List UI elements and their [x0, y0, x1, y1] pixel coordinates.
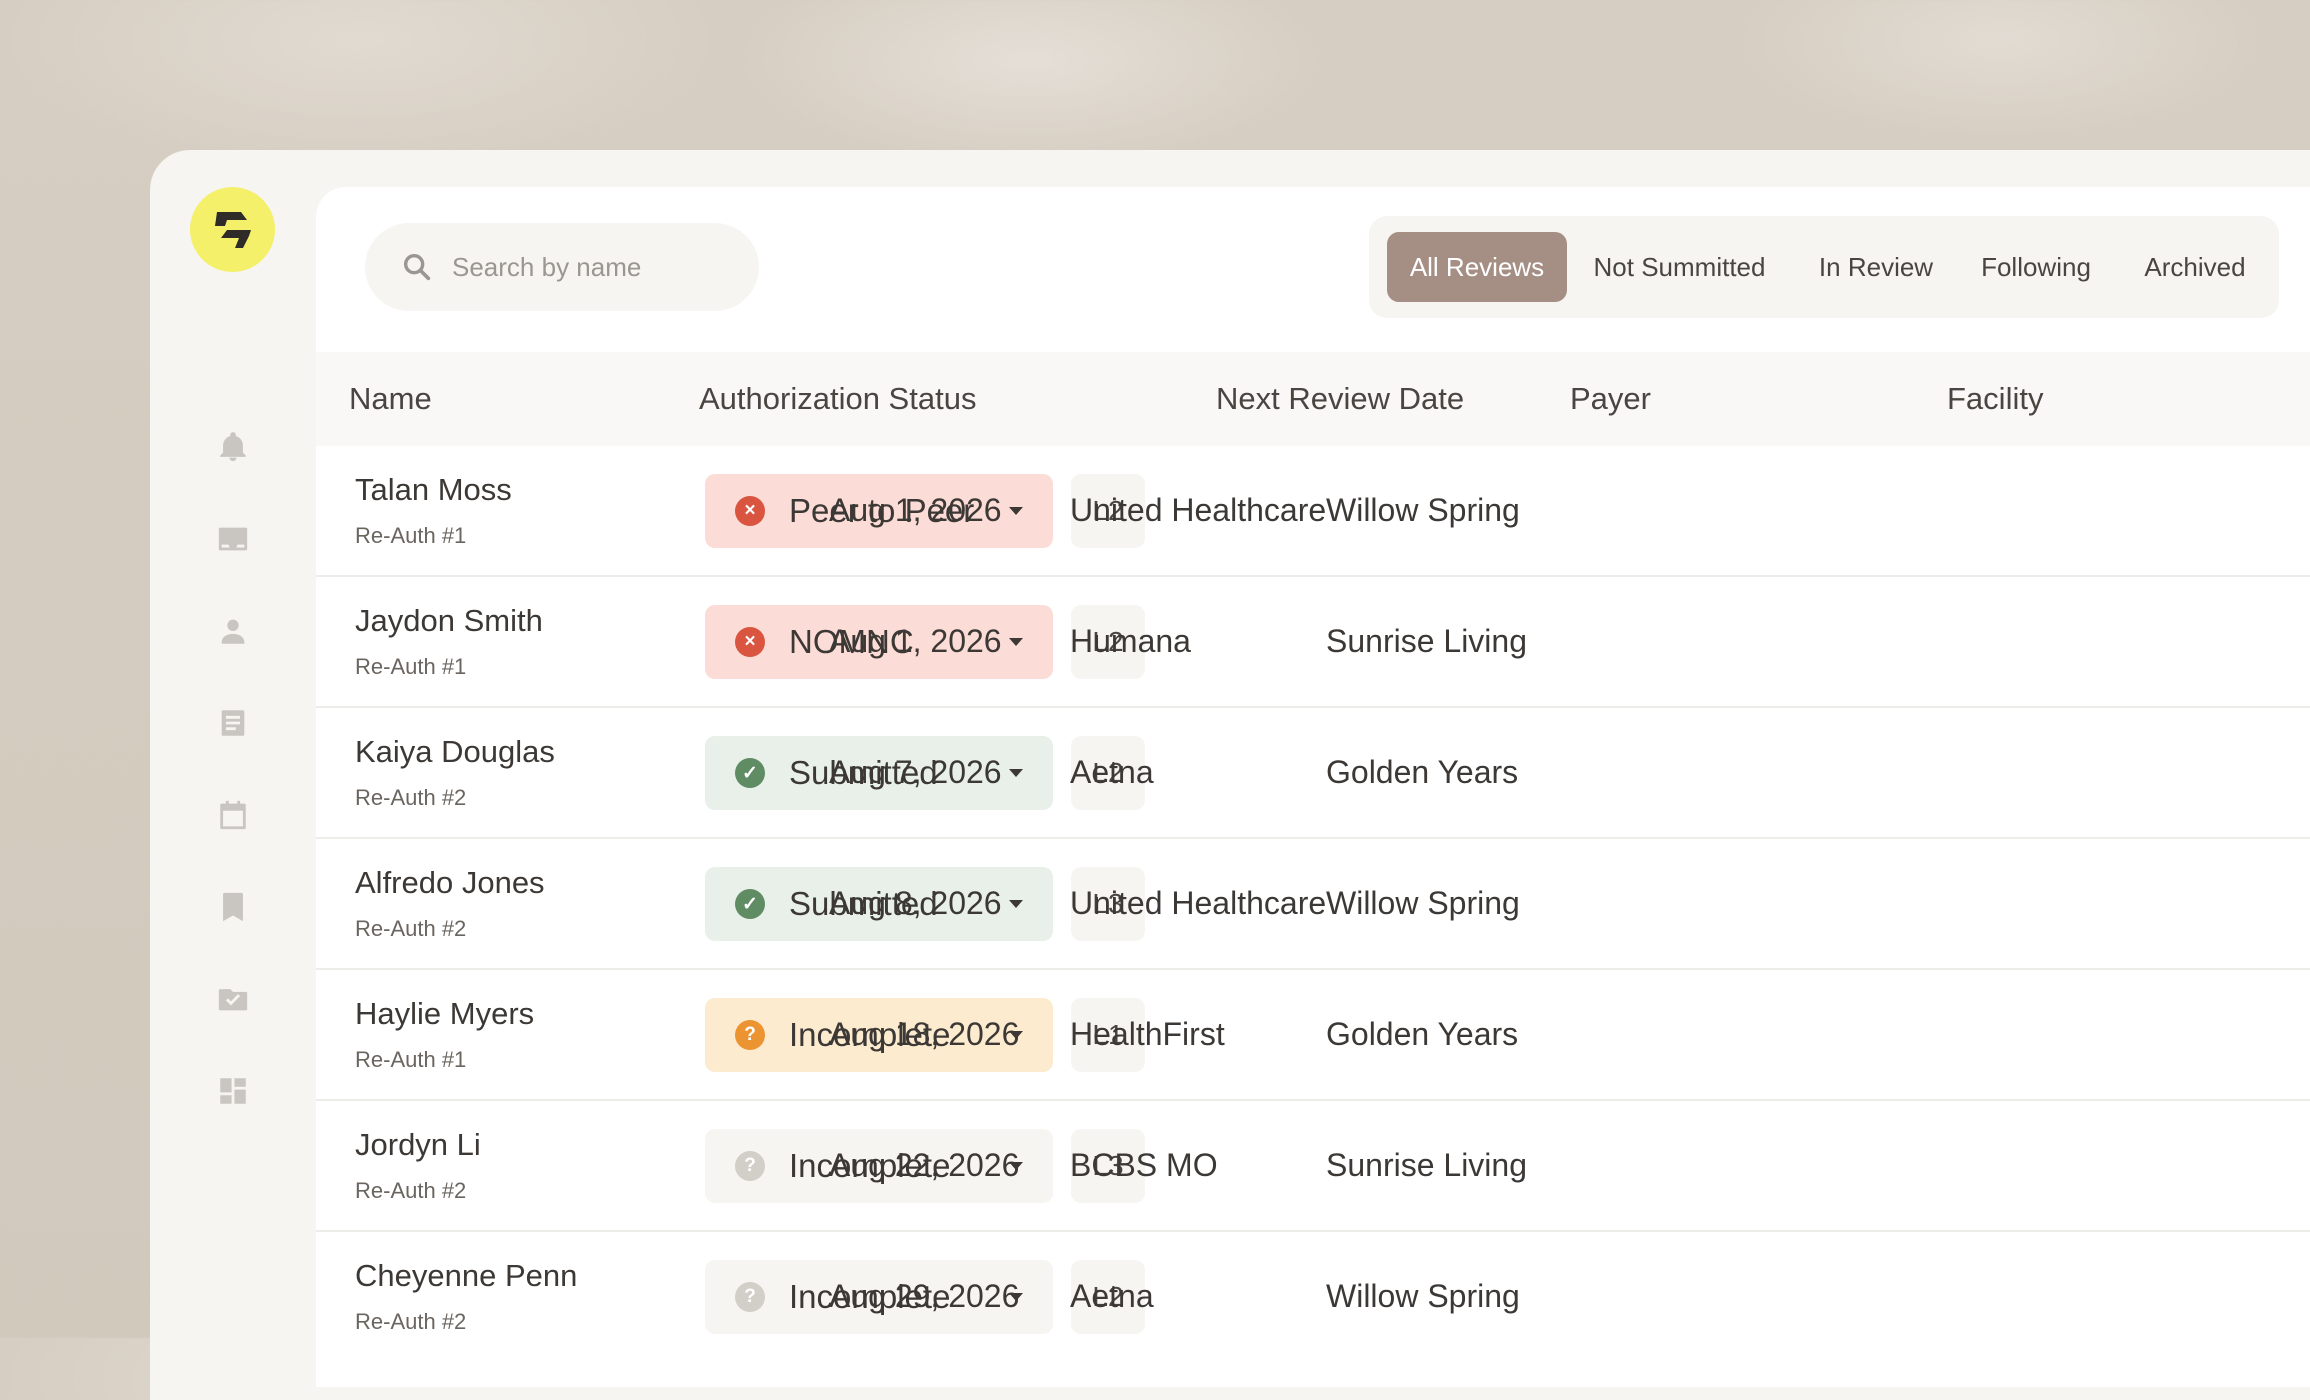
dashboard-icon[interactable] — [213, 1071, 253, 1111]
payer: United Healthcare — [1070, 492, 1327, 528]
logo[interactable] — [190, 187, 275, 272]
payer: BCBS MO — [1070, 1147, 1218, 1183]
next-review-date: Aug 7, 2026 — [829, 754, 1002, 790]
table-row[interactable]: Talan Moss Re-Auth #1 × Peer to Peer L2 … — [316, 446, 2310, 577]
table-row[interactable]: Jordyn Li Re-Auth #2 ? Incomplete L3 Aug… — [316, 1101, 2310, 1232]
reauth-label: Re-Auth #1 — [355, 654, 467, 679]
status-icon: ? — [735, 1020, 765, 1050]
payer: HealthFirst — [1070, 1016, 1225, 1052]
reauth-label: Re-Auth #1 — [355, 1047, 467, 1072]
reauth-label: Re-Auth #2 — [355, 785, 467, 810]
tab-all-reviews[interactable]: All Reviews — [1387, 232, 1567, 302]
bell-icon[interactable] — [213, 427, 253, 467]
person-icon[interactable] — [213, 611, 253, 651]
facility: Sunrise Living — [1326, 1147, 1527, 1183]
reauth-label: Re-Auth #2 — [355, 1309, 467, 1334]
column-header-facility[interactable]: Facility — [1947, 352, 2043, 446]
status-icon: × — [735, 627, 765, 657]
status-icon: ? — [735, 1151, 765, 1181]
payer: United Healthcare — [1070, 885, 1327, 921]
table-row[interactable]: Jaydon Smith Re-Auth #1 × NOMNC L2 Aug 1… — [316, 577, 2310, 708]
facility: Willow Spring — [1326, 1278, 1520, 1314]
search-bar[interactable] — [365, 223, 759, 311]
column-header-status[interactable]: Authorization Status — [699, 352, 976, 446]
search-input[interactable] — [450, 250, 754, 284]
reauth-label: Re-Auth #2 — [355, 1178, 467, 1203]
column-header-date[interactable]: Next Review Date — [1216, 352, 1464, 446]
document-icon[interactable] — [213, 703, 253, 743]
payer: Humana — [1070, 623, 1191, 659]
next-review-date: Aug 1, 2026 — [829, 492, 1002, 528]
calendar-icon[interactable] — [213, 795, 253, 835]
patient-name[interactable]: Alfredo Jones — [355, 865, 545, 901]
reauth-label: Re-Auth #1 — [355, 523, 467, 548]
status-icon: ✓ — [735, 889, 765, 919]
patient-name[interactable]: Jaydon Smith — [355, 603, 543, 639]
chevron-down-icon — [1009, 769, 1023, 777]
facility: Willow Spring — [1326, 492, 1520, 528]
next-review-date: Aug 22, 2026 — [829, 1147, 1020, 1183]
table-body: Talan Moss Re-Auth #1 × Peer to Peer L2 … — [316, 446, 2310, 1361]
search-icon — [403, 253, 431, 281]
payer: Aetna — [1070, 1278, 1154, 1314]
next-review-date: Aug 29, 2026 — [829, 1278, 1020, 1314]
table-row[interactable]: Alfredo Jones Re-Auth #2 ✓ Submitted L3 … — [316, 839, 2310, 970]
tab-archived[interactable]: Archived — [2112, 232, 2278, 302]
facility: Golden Years — [1326, 1016, 1519, 1052]
status-icon: ? — [735, 1282, 765, 1312]
table-row[interactable]: Kaiya Douglas Re-Auth #2 ✓ Submitted L2 … — [316, 708, 2310, 839]
status-icon: × — [735, 496, 765, 526]
column-header-payer[interactable]: Payer — [1570, 352, 1651, 446]
tab-following[interactable]: Following — [1960, 232, 2112, 302]
tab-in-review[interactable]: In Review — [1792, 232, 1960, 302]
logo-mark-icon — [214, 211, 251, 248]
inbox-check-icon[interactable] — [213, 519, 253, 559]
chevron-down-icon — [1009, 507, 1023, 515]
table-header: Name Authorization Status Next Review Da… — [316, 352, 2310, 446]
column-header-name[interactable]: Name — [349, 352, 432, 446]
patient-name[interactable]: Jordyn Li — [355, 1127, 481, 1163]
payer: Aetna — [1070, 754, 1154, 790]
table-row[interactable]: Cheyenne Penn Re-Auth #2 ? Incomplete L2… — [316, 1232, 2310, 1361]
status-icon: ✓ — [735, 758, 765, 788]
chevron-down-icon — [1009, 900, 1023, 908]
next-review-date: Aug 8, 2026 — [829, 885, 1002, 921]
facility: Golden Years — [1326, 754, 1519, 790]
next-review-date: Aug 1, 2026 — [829, 623, 1002, 659]
patient-name[interactable]: Kaiya Douglas — [355, 734, 555, 770]
table-row[interactable]: Haylie Myers Re-Auth #1 ? Incomplete L1 … — [316, 970, 2310, 1101]
reauth-label: Re-Auth #2 — [355, 916, 467, 941]
facility: Willow Spring — [1326, 885, 1520, 921]
folder-check-icon[interactable] — [213, 979, 253, 1019]
next-review-date: Aug 18, 2026 — [829, 1016, 1020, 1052]
patient-name[interactable]: Talan Moss — [355, 472, 512, 508]
review-tabs: All Reviews Not Summitted In Review Foll… — [1369, 216, 2279, 318]
patient-name[interactable]: Haylie Myers — [355, 996, 534, 1032]
chevron-down-icon — [1009, 638, 1023, 646]
tab-not-summitted[interactable]: Not Summitted — [1567, 232, 1792, 302]
patient-name[interactable]: Cheyenne Penn — [355, 1258, 577, 1294]
facility: Sunrise Living — [1326, 623, 1527, 659]
bookmark-icon[interactable] — [213, 887, 253, 927]
